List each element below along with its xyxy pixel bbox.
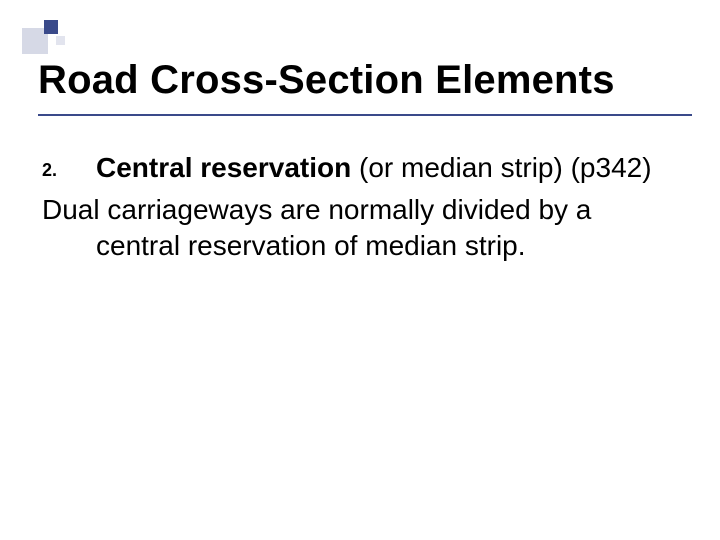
square-icon	[56, 36, 65, 45]
paragraph-line: central reservation of median strip.	[42, 228, 680, 264]
term: Central reservation	[96, 152, 351, 183]
slide-body: 2. Central reservation (or median strip)…	[42, 150, 680, 263]
title-underline	[38, 114, 692, 116]
list-number: 2.	[42, 150, 96, 182]
slide-title: Road Cross-Section Elements	[38, 58, 682, 102]
list-text: Central reservation (or median strip) (p…	[96, 150, 680, 186]
term-qualifier: (or median strip) (p342)	[351, 152, 651, 183]
slide: Road Cross-Section Elements 2. Central r…	[0, 0, 720, 540]
paragraph: Dual carriageways are normally divided b…	[42, 192, 680, 264]
list-item: 2. Central reservation (or median strip)…	[42, 150, 680, 186]
paragraph-line: Dual carriageways are normally divided b…	[42, 192, 680, 228]
square-icon	[44, 20, 58, 34]
